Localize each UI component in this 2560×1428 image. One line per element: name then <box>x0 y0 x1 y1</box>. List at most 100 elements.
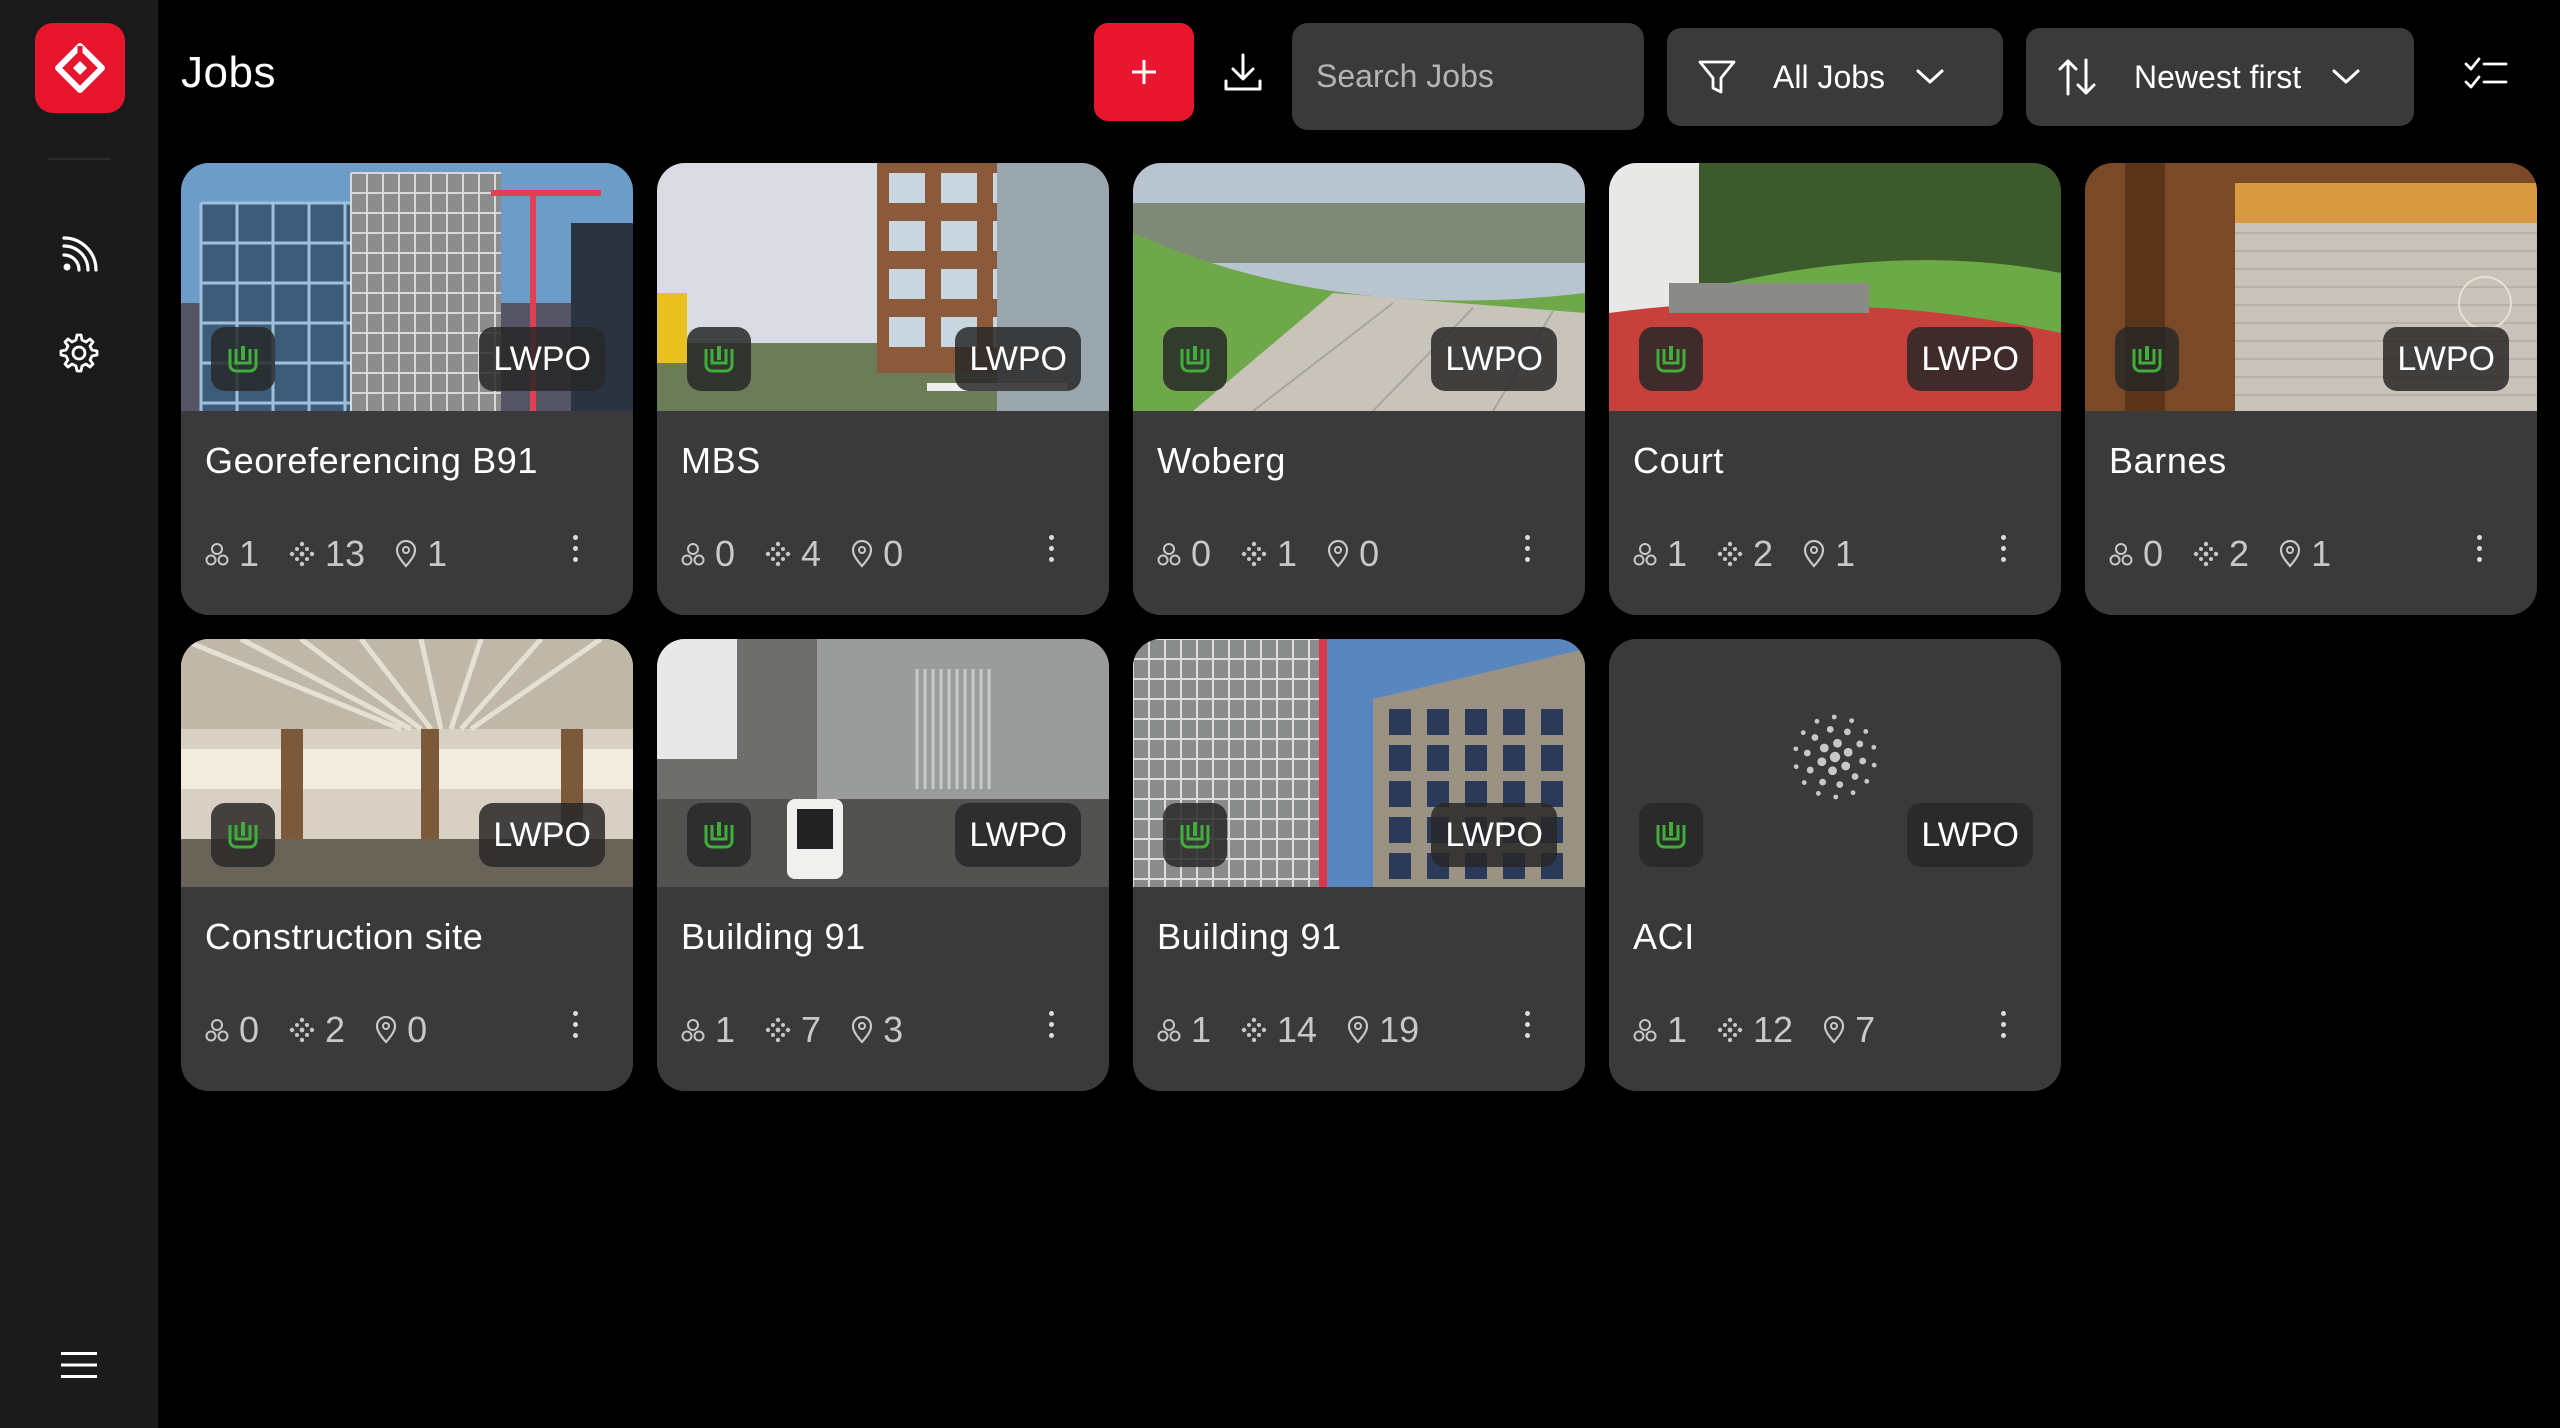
checklist-icon <box>2464 57 2508 89</box>
job-card[interactable]: LWPO Court 1 2 1 <box>1609 163 2061 615</box>
device-icon <box>704 822 734 849</box>
job-card[interactable]: LWPO Georeferencing B91 1 13 1 <box>181 163 633 615</box>
job-stats: 1 2 1 <box>1633 533 1885 575</box>
device-icon <box>1180 346 1210 373</box>
more-dot <box>1048 1021 1054 1027</box>
chevron-down-icon <box>1916 69 1944 84</box>
scans-count: 12 <box>1753 1009 1794 1050</box>
scan-points-icon <box>765 541 791 567</box>
user-icon <box>681 543 705 566</box>
device-icon <box>1656 822 1686 849</box>
job-card[interactable]: LWPO Building 91 1 7 3 <box>657 639 1109 1091</box>
job-name: Building 91 <box>681 916 866 957</box>
job-more-options-button[interactable] <box>1991 999 2015 1049</box>
more-dot <box>1048 556 1054 562</box>
sort-dropdown[interactable]: Newest first <box>2026 28 2414 126</box>
download-button[interactable] <box>1213 42 1273 102</box>
hamburger-menu-button[interactable] <box>49 1335 109 1395</box>
more-dot <box>572 1010 578 1016</box>
filter-icon <box>1698 60 1736 94</box>
device-badge <box>687 327 751 391</box>
menu-icon <box>61 1352 97 1378</box>
sort-icon <box>2058 58 2096 96</box>
search-field[interactable] <box>1292 23 1736 130</box>
points-count: 1 <box>2311 533 2332 574</box>
feed-icon <box>62 236 98 272</box>
device-icon <box>228 822 258 849</box>
user-icon <box>681 1019 705 1042</box>
device-icon <box>2132 346 2162 373</box>
sidebar-item-settings[interactable] <box>49 323 109 383</box>
points-stat: 1 <box>1803 533 1855 575</box>
job-more-options-button[interactable] <box>1515 523 1539 573</box>
job-stats: 0 1 0 <box>1157 533 1409 575</box>
scans-stat: 2 <box>2193 533 2249 575</box>
job-stats: 1 12 7 <box>1633 1009 1905 1051</box>
job-card[interactable]: LWPO ACI 1 12 7 <box>1609 639 2061 1091</box>
scans-count: 1 <box>1277 533 1298 574</box>
location-pin-icon <box>1823 1016 1845 1044</box>
job-card[interactable]: LWPO Barnes 0 2 1 <box>2085 163 2537 615</box>
scan-points-icon <box>1241 1017 1267 1043</box>
scan-points-icon <box>1717 1017 1743 1043</box>
location-pin-icon <box>2279 540 2301 568</box>
plus-icon <box>1132 60 1156 84</box>
points-count: 0 <box>407 1009 428 1050</box>
more-dot <box>572 556 578 562</box>
users-count: 0 <box>715 533 736 574</box>
more-dot <box>2000 556 2006 562</box>
more-dot <box>2000 1010 2006 1016</box>
filter-label: All Jobs <box>1773 58 1886 95</box>
page-title: Jobs <box>181 48 276 97</box>
more-dot <box>2000 1021 2006 1027</box>
job-more-options-button[interactable] <box>1039 523 1063 573</box>
points-stat: 0 <box>1327 533 1379 575</box>
job-stats: 0 2 1 <box>2109 533 2361 575</box>
device-badge <box>1163 327 1227 391</box>
sidebar-item-feed[interactable] <box>49 225 109 285</box>
job-name: Construction site <box>205 916 484 957</box>
job-name: Building 91 <box>1157 916 1342 957</box>
device-type-badge: LWPO <box>1907 327 2033 391</box>
points-count: 1 <box>1835 533 1856 574</box>
app-logo[interactable] <box>35 23 125 113</box>
more-dot <box>572 1032 578 1038</box>
users-stat: 1 <box>681 1009 735 1051</box>
scans-count: 2 <box>325 1009 346 1050</box>
select-mode-button[interactable] <box>2458 46 2514 102</box>
users-stat: 1 <box>1633 533 1687 575</box>
users-count: 1 <box>715 1009 736 1050</box>
job-card[interactable]: LWPO Woberg 0 1 0 <box>1133 163 1585 615</box>
job-more-options-button[interactable] <box>563 523 587 573</box>
job-more-options-button[interactable] <box>1515 999 1539 1049</box>
more-dot <box>2476 545 2482 551</box>
user-icon <box>1157 1019 1181 1042</box>
device-badge <box>687 803 751 867</box>
device-type-badge: LWPO <box>955 327 1081 391</box>
job-card[interactable]: LWPO Construction site 0 2 0 <box>181 639 633 1091</box>
scans-count: 2 <box>2229 533 2250 574</box>
device-type-badge: LWPO <box>1431 803 1557 867</box>
job-more-options-button[interactable] <box>563 999 587 1049</box>
location-pin-icon <box>1327 540 1349 568</box>
job-more-options-button[interactable] <box>1039 999 1063 1049</box>
job-card[interactable]: LWPO Building 91 1 14 19 <box>1133 639 1585 1091</box>
device-icon <box>1180 822 1210 849</box>
sort-label: Newest first <box>2134 58 2302 95</box>
users-stat: 0 <box>681 533 735 575</box>
user-icon <box>205 543 229 566</box>
job-more-options-button[interactable] <box>1991 523 2015 573</box>
scans-count: 4 <box>801 533 822 574</box>
device-type-badge: LWPO <box>1907 803 2033 867</box>
location-pin-icon <box>851 1016 873 1044</box>
device-badge <box>211 327 275 391</box>
points-count: 19 <box>1379 1009 1420 1050</box>
job-card[interactable]: LWPO MBS 0 4 0 <box>657 163 1109 615</box>
filter-dropdown[interactable]: All Jobs <box>1667 28 2003 126</box>
points-stat: 1 <box>2279 533 2331 575</box>
add-job-button[interactable] <box>1094 23 1194 121</box>
users-count: 0 <box>239 1009 260 1050</box>
job-more-options-button[interactable] <box>2467 523 2491 573</box>
scan-points-icon <box>2193 541 2219 567</box>
chevron-down-icon <box>2332 69 2360 84</box>
